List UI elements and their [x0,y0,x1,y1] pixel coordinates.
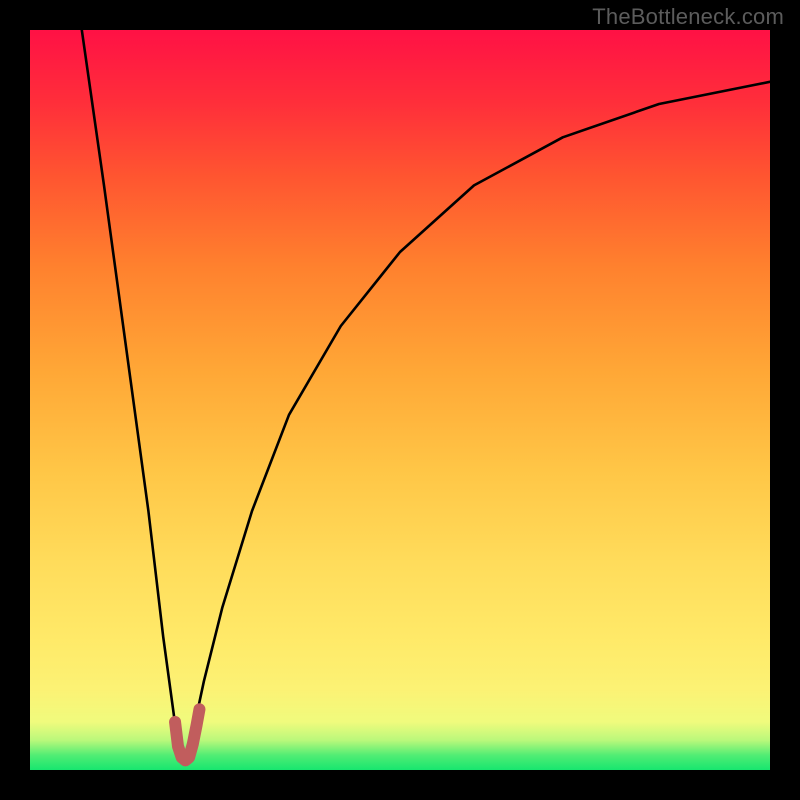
bottleneck-curve [82,30,770,763]
valley-marker [175,709,199,760]
curve-layer [30,30,770,770]
watermark-text: TheBottleneck.com [592,4,784,30]
plot-area [30,30,770,770]
chart-frame: TheBottleneck.com [0,0,800,800]
